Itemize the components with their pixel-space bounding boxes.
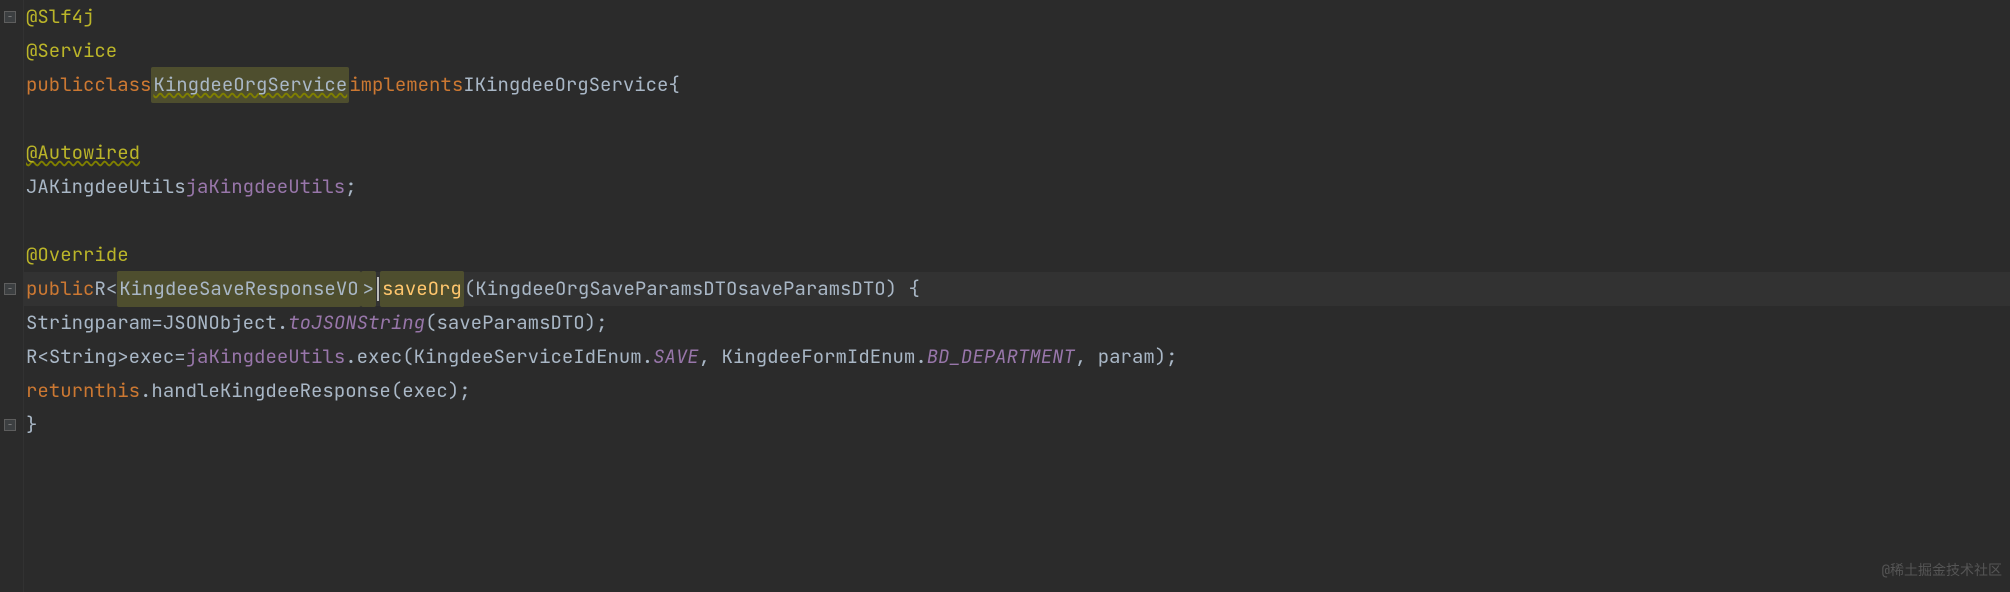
keyword: class	[94, 68, 151, 102]
fold-marker-icon[interactable]: −	[4, 283, 16, 295]
code-editor[interactable]: − − − @Slf4j @Service public class Kingd…	[0, 0, 2010, 592]
code-line[interactable]: @Override	[24, 238, 2010, 272]
enum-class: KingdeeFormIdEnum	[722, 340, 916, 374]
field-type: JAKingdeeUtils	[26, 170, 186, 204]
enum-value: SAVE	[653, 340, 699, 374]
class-name: KingdeeOrgService	[151, 67, 349, 103]
gutter[interactable]: − − −	[0, 0, 24, 592]
interface-name: IKingdeeOrgService	[463, 68, 668, 102]
field-ref: jaKingdeeUtils	[186, 340, 346, 374]
brace: }	[26, 408, 37, 442]
code-line[interactable]: return this.handleKingdeeResponse(exec);	[24, 374, 2010, 408]
method-call: exec	[357, 340, 403, 374]
caret-icon	[377, 277, 379, 301]
code-line[interactable]: }	[24, 408, 2010, 442]
keyword: return	[26, 374, 94, 408]
method-name: saveOrg	[380, 271, 464, 307]
enum-class: KingdeeServiceIdEnum	[414, 340, 642, 374]
code-line-current[interactable]: public R<KingdeeSaveResponseVO> saveOrg(…	[24, 272, 2010, 306]
code-line[interactable]: String param = JSONObject.toJSONString(s…	[24, 306, 2010, 340]
code-line[interactable]	[24, 102, 2010, 136]
param-type: KingdeeOrgSaveParamsDTO	[475, 272, 737, 306]
code-line[interactable]: JAKingdeeUtils jaKingdeeUtils;	[24, 170, 2010, 204]
arg: exec	[402, 374, 448, 408]
generic-type: String	[49, 340, 117, 374]
method-call: handleKingdeeResponse	[151, 374, 390, 408]
arg: saveParamsDTO	[436, 306, 584, 340]
return-type: R	[94, 272, 105, 306]
generic-type: KingdeeSaveResponseVO	[117, 271, 360, 307]
keyword: public	[26, 68, 94, 102]
keyword: this	[94, 374, 140, 408]
enum-value: BD_DEPARTMENT	[927, 340, 1075, 374]
watermark: @稀土掘金技术社区	[1882, 554, 2002, 588]
code-line[interactable]: @Autowired	[24, 136, 2010, 170]
code-line[interactable]: public class KingdeeOrgService implement…	[24, 68, 2010, 102]
var-type: String	[26, 306, 94, 340]
code-line[interactable]	[24, 204, 2010, 238]
var-type: R	[26, 340, 37, 374]
fold-marker-icon[interactable]: −	[4, 11, 16, 23]
var-name: exec	[129, 340, 175, 374]
static-method: toJSONString	[288, 306, 425, 340]
keyword: public	[26, 272, 94, 306]
annotation: @Service	[26, 34, 117, 68]
code-line[interactable]: R<String> exec = jaKingdeeUtils.exec(Kin…	[24, 340, 2010, 374]
keyword: implements	[349, 68, 463, 102]
param-name: saveParamsDTO	[737, 272, 885, 306]
code-line[interactable]: @Slf4j	[24, 0, 2010, 34]
code-area[interactable]: @Slf4j @Service public class KingdeeOrgS…	[24, 0, 2010, 592]
class-ref: JSONObject	[163, 306, 277, 340]
fold-marker-icon[interactable]: −	[4, 419, 16, 431]
brace: {	[668, 68, 679, 102]
arg: param	[1098, 340, 1155, 374]
annotation: @Autowired	[26, 136, 140, 170]
annotation: @Override	[26, 238, 129, 272]
annotation: @Slf4j	[26, 0, 94, 34]
var-name: param	[94, 306, 151, 340]
field-name: jaKingdeeUtils	[186, 170, 346, 204]
code-line[interactable]: @Service	[24, 34, 2010, 68]
